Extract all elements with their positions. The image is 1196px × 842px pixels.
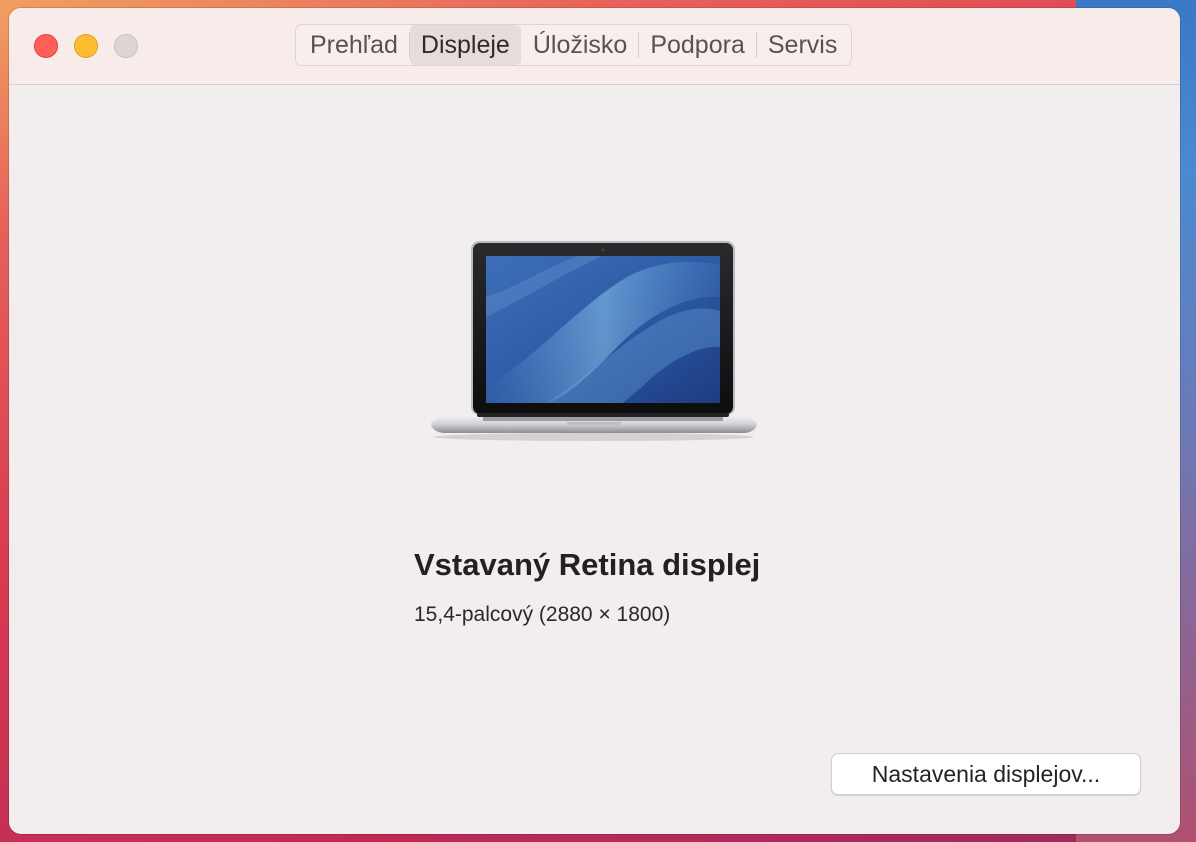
tab-bar: Prehľad Displeje Úložisko Podpora Servis [295,24,853,66]
tab-service[interactable]: Servis [757,25,848,65]
display-name: Vstavaný Retina displej [414,547,761,582]
zoom-window-button[interactable] [114,34,138,58]
tab-support[interactable]: Podpora [639,25,756,65]
minimize-window-button[interactable] [74,34,98,58]
about-this-mac-window: Prehľad Displeje Úložisko Podpora Servis [9,8,1180,834]
tab-storage[interactable]: Úložisko [522,25,638,65]
displays-pane: Vstavaný Retina displej 15,4-palcový (28… [9,85,1180,834]
close-window-button[interactable] [34,34,58,58]
macbook-pro-laptop-icon [431,241,757,441]
display-settings-button[interactable]: Nastavenia displejov... [831,753,1141,795]
window-titlebar: Prehľad Displeje Úložisko Podpora Servis [9,8,1180,85]
tab-displays[interactable]: Displeje [409,25,521,65]
display-size: 15,4-palcový (2880 × 1800) [414,603,671,626]
tab-overview[interactable]: Prehľad [299,25,409,65]
